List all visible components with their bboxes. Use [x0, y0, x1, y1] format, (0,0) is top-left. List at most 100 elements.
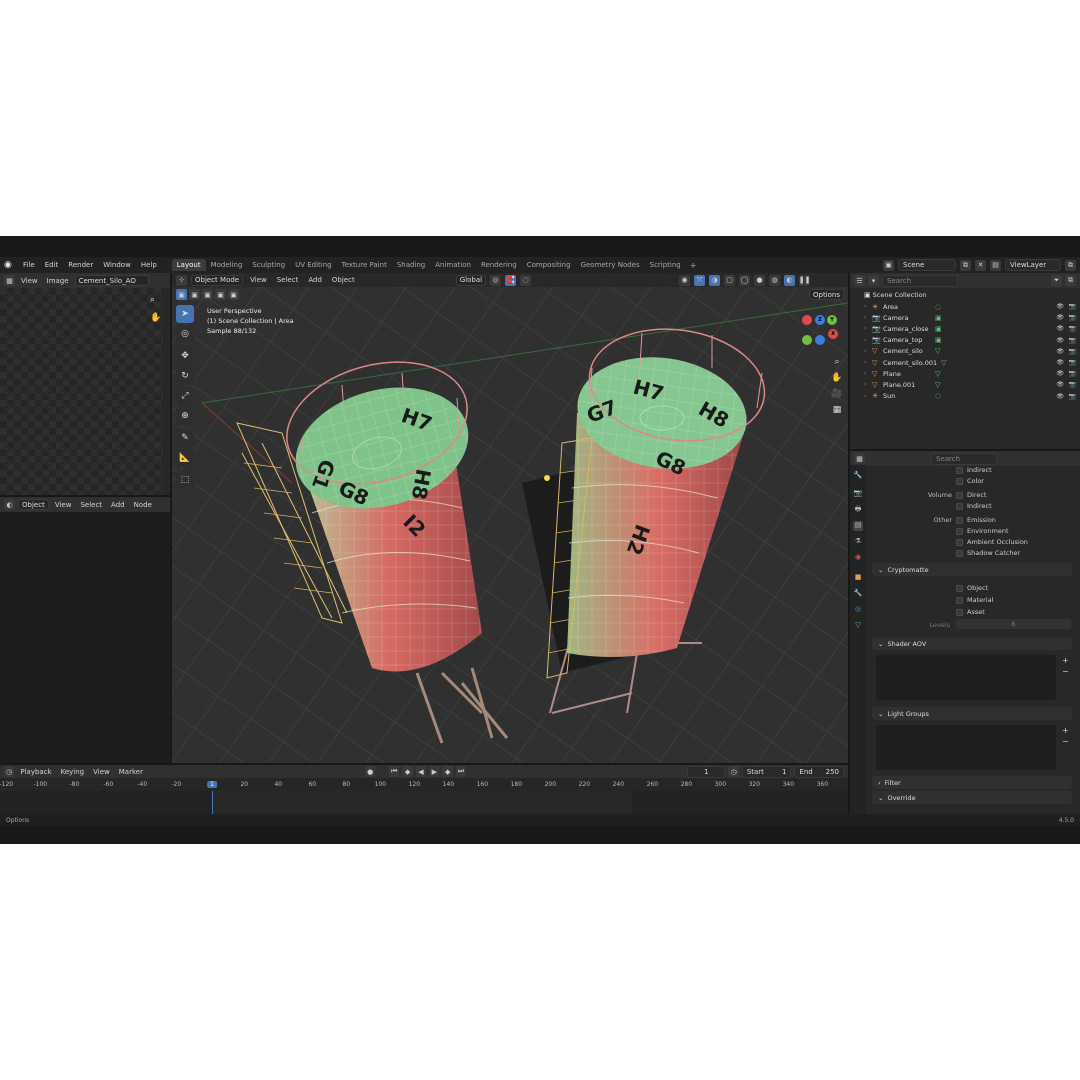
menu-render[interactable]: Render [63, 261, 98, 269]
tab-scripting[interactable]: Scripting [645, 259, 686, 271]
disable-in-render-icon[interactable]: 📷 [1069, 381, 1076, 388]
hide-in-viewport-icon[interactable]: 👁 [1056, 381, 1064, 388]
shader-aov-panel-header[interactable]: ⌄ Shader AOV [872, 637, 1072, 650]
node-menu-select[interactable]: Select [77, 501, 105, 509]
select-intersect-icon[interactable]: ▣ [228, 289, 239, 300]
expand-arrow-icon[interactable]: › [864, 348, 872, 355]
select-invert-icon[interactable]: ▣ [215, 289, 226, 300]
hide-in-viewport-icon[interactable]: 👁 [1056, 348, 1064, 355]
viewport-camera-icon[interactable]: 🎥 [830, 387, 844, 401]
new-collection-icon[interactable]: ⧉ [1065, 275, 1076, 286]
node-editor-type-icon[interactable]: ◐ [4, 499, 15, 510]
object-data-icon[interactable]: ▣ [935, 336, 942, 344]
expand-arrow-icon[interactable]: › [864, 337, 872, 344]
light-indirect-checkbox[interactable]: Indirect [956, 466, 992, 474]
hide-in-viewport-icon[interactable]: 👁 [1056, 393, 1064, 400]
menu-edit[interactable]: Edit [40, 261, 64, 269]
object-data-icon[interactable]: ▣ [935, 314, 942, 322]
tool-tab-icon[interactable]: 🔧 [853, 471, 863, 481]
hide-in-viewport-icon[interactable]: 👁 [1056, 337, 1064, 344]
display-mode-icon[interactable]: ▾ [868, 275, 879, 286]
viewport-options-button[interactable]: Options [808, 289, 844, 300]
light-groups-panel-header[interactable]: ⌄ Light Groups [872, 707, 1072, 720]
light-color-checkbox[interactable]: Color [956, 477, 984, 485]
blender-logo-icon[interactable]: ◉ [4, 259, 18, 271]
object-data-icon[interactable]: ▽ [935, 347, 940, 355]
data-tab-icon[interactable]: ▽ [853, 621, 863, 631]
outliner-row[interactable]: › ▽ Cement_silo.001 ▽ 👁 📷 [850, 357, 1080, 368]
object-mode-selector[interactable]: Object Mode [191, 274, 244, 286]
tab-animation[interactable]: Animation [430, 259, 476, 271]
new-view-layer-icon[interactable]: ⧉ [1065, 259, 1076, 271]
hide-in-viewport-icon[interactable]: 👁 [1056, 303, 1064, 310]
shading-wireframe-icon[interactable]: ◯ [739, 274, 751, 286]
pause-render-icon[interactable]: ❚❚ [799, 274, 810, 286]
outliner-row[interactable]: › 📷 Camera ▣ 👁 📷 [850, 312, 1080, 323]
object-data-icon[interactable]: ◌ [935, 303, 941, 311]
outliner-row[interactable]: › ☀ Area ◌ 👁 📷 [850, 301, 1080, 312]
play-reverse-icon[interactable]: ◀ [415, 766, 427, 777]
scene-field[interactable]: Scene [898, 259, 956, 271]
gizmo-y-neg-icon[interactable] [802, 335, 812, 345]
tab-geometry-nodes[interactable]: Geometry Nodes [576, 259, 645, 271]
shading-rendered-icon[interactable]: ◐ [784, 274, 796, 286]
outliner-row[interactable]: › ▽ Plane.001 ▽ 👁 📷 [850, 379, 1080, 390]
transform-tool-icon[interactable]: ⊕ [176, 407, 194, 425]
timeline-menu-view[interactable]: View [90, 768, 113, 776]
add-cube-tool-icon[interactable]: ⬚ [176, 471, 194, 489]
expand-arrow-icon[interactable]: › [864, 325, 872, 332]
render-tab-icon[interactable]: 📷 [853, 489, 863, 499]
menu-file[interactable]: File [18, 261, 40, 269]
frame-start-field[interactable]: Start 1 [741, 765, 792, 778]
node-mode-selector[interactable]: Object [18, 499, 49, 510]
node-menu-node[interactable]: Node [131, 501, 155, 509]
viewport-zoom-icon[interactable]: ⌕ [830, 355, 844, 369]
hide-in-viewport-icon[interactable]: 👁 [1056, 359, 1064, 366]
scale-tool-icon[interactable]: ⤢ [176, 387, 194, 405]
timeline-ruler[interactable]: -120 -100 -80 -60 -40 -20 1 20 40 60 80 100 120 140 16… [0, 779, 848, 791]
timeline-menu-keying[interactable]: Keying [58, 768, 88, 776]
node-menu-view[interactable]: View [52, 501, 75, 509]
gizmo-y-icon[interactable]: Y [827, 315, 837, 325]
select-box-tool-icon[interactable]: ➤ [176, 305, 194, 323]
timeline-keyframe-area[interactable] [0, 791, 848, 814]
viewport-menu-view[interactable]: View [247, 276, 270, 284]
outliner-filter-icon[interactable]: ⏷ [1051, 275, 1062, 286]
shadow-catcher-checkbox[interactable]: Shadow Catcher [956, 549, 1020, 557]
cryptomatte-panel-header[interactable]: ⌄ Cryptomatte [872, 563, 1072, 576]
outliner-search-input[interactable]: Search [882, 274, 958, 287]
measure-tool-icon[interactable]: 📐 [176, 449, 194, 467]
tab-modeling[interactable]: Modeling [206, 259, 248, 271]
auto-key-icon[interactable]: ● [365, 766, 376, 777]
scene-icon[interactable]: ▣ [883, 259, 894, 271]
volume-indirect-checkbox[interactable]: Indirect [956, 502, 992, 510]
jump-end-icon[interactable]: ⏭ [455, 766, 467, 777]
outliner-row[interactable]: › ▽ Plane ▽ 👁 📷 [850, 368, 1080, 379]
viewport-pan-icon[interactable]: ✋ [830, 371, 844, 385]
crypto-object-checkbox[interactable]: Object [956, 584, 988, 592]
object-data-icon[interactable]: ▽ [935, 370, 940, 378]
disable-in-render-icon[interactable]: 📷 [1069, 370, 1076, 377]
properties-type-icon[interactable]: ▦ [854, 453, 865, 464]
node-menu-add[interactable]: Add [108, 501, 128, 509]
gizmo-z-neg-icon[interactable] [815, 335, 825, 345]
gizmo-x-pos-icon[interactable]: X [828, 329, 838, 339]
use-preview-range-icon[interactable]: ◷ [728, 766, 739, 777]
crypto-material-checkbox[interactable]: Material [956, 596, 993, 604]
new-scene-icon[interactable]: ⧉ [960, 259, 971, 271]
expand-arrow-icon[interactable]: › [864, 359, 872, 366]
jump-start-icon[interactable]: ⏮ [388, 766, 400, 777]
node-canvas[interactable] [0, 512, 170, 763]
expand-arrow-icon[interactable]: › [864, 303, 872, 310]
disable-in-render-icon[interactable]: 📷 [1069, 314, 1076, 321]
move-tool-icon[interactable]: ✥ [176, 347, 194, 365]
object-data-icon[interactable]: ▣ [935, 325, 942, 333]
zoom-icon[interactable]: ⌕ [150, 295, 155, 305]
view-layer-icon[interactable]: ▤ [990, 259, 1001, 271]
disable-in-render-icon[interactable]: 📷 [1069, 303, 1076, 310]
tab-rendering[interactable]: Rendering [476, 259, 522, 271]
frame-end-field[interactable]: End 250 [794, 765, 845, 778]
expand-arrow-icon[interactable]: › [864, 314, 872, 321]
cursor-tool-icon[interactable]: ◎ [176, 325, 194, 343]
image-menu-image[interactable]: Image [44, 277, 72, 285]
